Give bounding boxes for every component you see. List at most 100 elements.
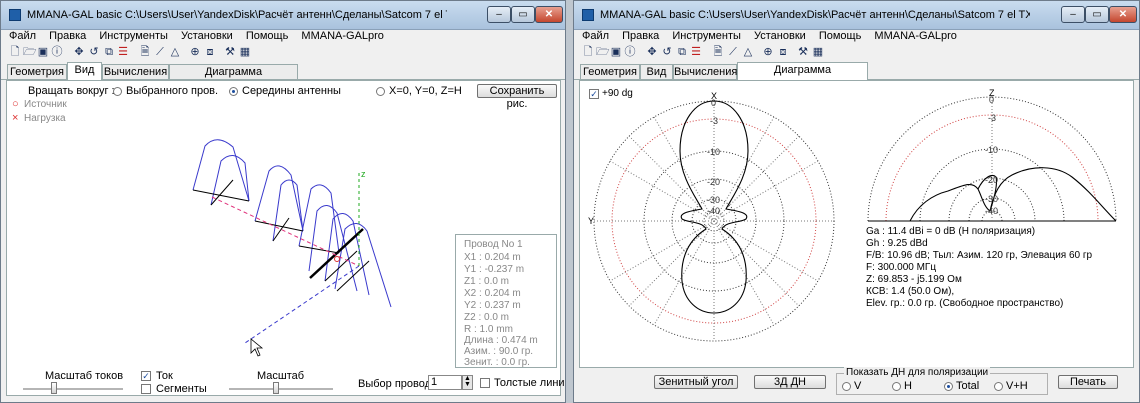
wire-select-spinner[interactable]: ▲ ▼ [462, 375, 473, 390]
maximize-button[interactable]: ▭ [511, 6, 535, 23]
crosshair-icon[interactable]: ⊕ [762, 46, 774, 58]
wire-select-input[interactable]: 1 [428, 375, 462, 390]
current-scale-slider[interactable] [23, 388, 123, 391]
current-checkbox[interactable]: ✓ [141, 371, 151, 381]
close-button[interactable]: ✕ [535, 6, 563, 23]
tools-icon[interactable]: ⚒ [797, 46, 809, 58]
new-file-icon[interactable]: 🗋 [9, 46, 21, 58]
minimize-button[interactable]: – [1061, 6, 1085, 23]
menu-pro[interactable]: MMANA-GALpro [301, 29, 384, 43]
polarization-h-radio[interactable] [892, 382, 901, 391]
save-icon[interactable]: ▣ [37, 46, 49, 58]
wire-info-row: X2 : 0.204 m [464, 288, 521, 299]
menu-file[interactable]: Файл [582, 29, 609, 43]
document-icon[interactable]: 🗎 [712, 46, 724, 58]
save-icon[interactable]: ▣ [610, 46, 622, 58]
rotate-icon[interactable]: ↺ [661, 46, 673, 58]
menu-settings[interactable]: Установки [181, 29, 233, 43]
current-checkbox-label: Ток [156, 370, 173, 382]
menu-tools[interactable]: Инструменты [672, 29, 741, 43]
elevation-pattern-curve [909, 167, 1117, 222]
view-panel: Вращать вокруг : Выбранного пров. Середи… [6, 80, 561, 396]
wire-info-panel: Провод No 1 X1 : 0.204 m Y1 : -0.237 m Z… [455, 234, 557, 368]
result-frequency: F: 300.000 МГц [866, 262, 937, 273]
menu-file[interactable]: Файл [9, 29, 36, 43]
title-bar[interactable]: MMANA-GAL basic C:\Users\User\YandexDisk… [1, 1, 565, 30]
wire-element [254, 220, 304, 232]
wire-info-row: Y1 : -0.237 m [464, 264, 525, 275]
wire-info-row: Z1 : 0.0 m [464, 276, 510, 287]
zenith-angle-button[interactable]: Зенитный угол [654, 375, 738, 389]
menu-settings[interactable]: Установки [754, 29, 806, 43]
tab-calculations[interactable]: Вычисления [102, 64, 169, 79]
copy-icon[interactable]: ⧉ [103, 46, 115, 58]
rotate-icon[interactable]: ↺ [88, 46, 100, 58]
polarization-vh-radio[interactable] [994, 382, 1003, 391]
scale-thumb[interactable] [273, 382, 279, 394]
segments-checkbox[interactable] [141, 384, 151, 394]
crosshair-icon[interactable]: ⊕ [189, 46, 201, 58]
wires-icon[interactable]: ☰ [117, 46, 129, 58]
maximize-button[interactable]: ▭ [1085, 6, 1109, 23]
pattern-panel: ✓ +90 dg X Y 0 -3 -10 -20 -30 -40 Z 0 -3… [579, 80, 1134, 368]
app-icon [582, 9, 594, 21]
app-icon [9, 9, 21, 21]
window-title: MMANA-GAL basic C:\Users\User\YandexDisk… [27, 9, 447, 21]
open-folder-icon[interactable]: 🗁 [23, 46, 37, 58]
minimize-button[interactable]: – [487, 6, 511, 23]
tab-view[interactable]: Вид [640, 64, 673, 79]
menu-edit[interactable]: Правка [622, 29, 659, 43]
tab-geometry[interactable]: Геометрия [580, 64, 640, 79]
calculator-icon[interactable]: ▦ [239, 46, 251, 58]
wire-info-title: Провод No 1 [464, 239, 523, 250]
wire-info-row: R : 1.0 mm [464, 324, 513, 335]
chart-icon[interactable]: ⟋ [154, 46, 166, 58]
title-bar[interactable]: MMANA-GAL basic C:\Users\User\YandexDisk… [574, 1, 1139, 30]
ring-label: -10 [707, 147, 720, 157]
wires-icon[interactable]: ☰ [690, 46, 702, 58]
wire-info-row: Азим. : 90.0 гр. [464, 346, 534, 357]
menu-edit[interactable]: Правка [49, 29, 86, 43]
polarization-option-label: V+H [1006, 380, 1028, 392]
tab-pattern[interactable]: Диаграмма направленности [169, 64, 298, 93]
print-button[interactable]: Печать [1058, 375, 1118, 389]
document-icon[interactable]: 🗎 [139, 46, 151, 58]
polarization-total-radio[interactable] [944, 382, 953, 391]
triangle-icon[interactable]: △ [742, 46, 754, 58]
left-window: MMANA-GAL basic C:\Users\User\YandexDisk… [0, 0, 566, 403]
wire-select-label: Выбор провода [358, 378, 438, 390]
ring-label: -3 [988, 113, 996, 123]
menu-help[interactable]: Помощь [246, 29, 289, 43]
info-icon[interactable]: ⓘ [51, 46, 63, 58]
current-scale-thumb[interactable] [51, 382, 57, 394]
menu-tools[interactable]: Инструменты [99, 29, 168, 43]
thick-lines-checkbox[interactable] [480, 378, 490, 388]
polarization-v-radio[interactable] [842, 382, 851, 391]
close-button[interactable]: ✕ [1109, 6, 1137, 23]
scale-slider[interactable] [229, 388, 333, 391]
tools-icon[interactable]: ⚒ [224, 46, 236, 58]
tab-pattern[interactable]: Диаграмма направленности [737, 62, 868, 91]
duplicate-icon[interactable]: ⧈ [777, 46, 789, 58]
chart-icon[interactable]: ⟋ [727, 46, 739, 58]
tab-calculations[interactable]: Вычисления [673, 64, 737, 79]
radiation-pattern-plots[interactable]: X Y 0 -3 -10 -20 -30 -40 Z 0 -3 -10 -20 … [580, 81, 1133, 367]
tab-geometry[interactable]: Геометрия [7, 64, 67, 79]
copy-icon[interactable]: ⧉ [676, 46, 688, 58]
polarization-option-label: V [854, 380, 862, 392]
calculator-icon[interactable]: ▦ [812, 46, 824, 58]
boom-axis [211, 196, 360, 267]
menu-help[interactable]: Помощь [819, 29, 862, 43]
menu-pro[interactable]: MMANA-GALpro [874, 29, 957, 43]
tab-bar: Геометрия Вид Вычисления Диаграмма напра… [1, 62, 565, 93]
move-icon[interactable]: ✥ [73, 46, 85, 58]
move-icon[interactable]: ✥ [646, 46, 658, 58]
triangle-icon[interactable]: △ [169, 46, 181, 58]
new-file-icon[interactable]: 🗋 [582, 46, 594, 58]
tab-view[interactable]: Вид [67, 62, 102, 80]
info-icon[interactable]: ⓘ [624, 46, 636, 58]
open-folder-icon[interactable]: 🗁 [596, 46, 610, 58]
duplicate-icon[interactable]: ⧈ [204, 46, 216, 58]
source-marker [334, 256, 340, 262]
3d-pattern-button[interactable]: 3Д ДН [754, 375, 826, 389]
